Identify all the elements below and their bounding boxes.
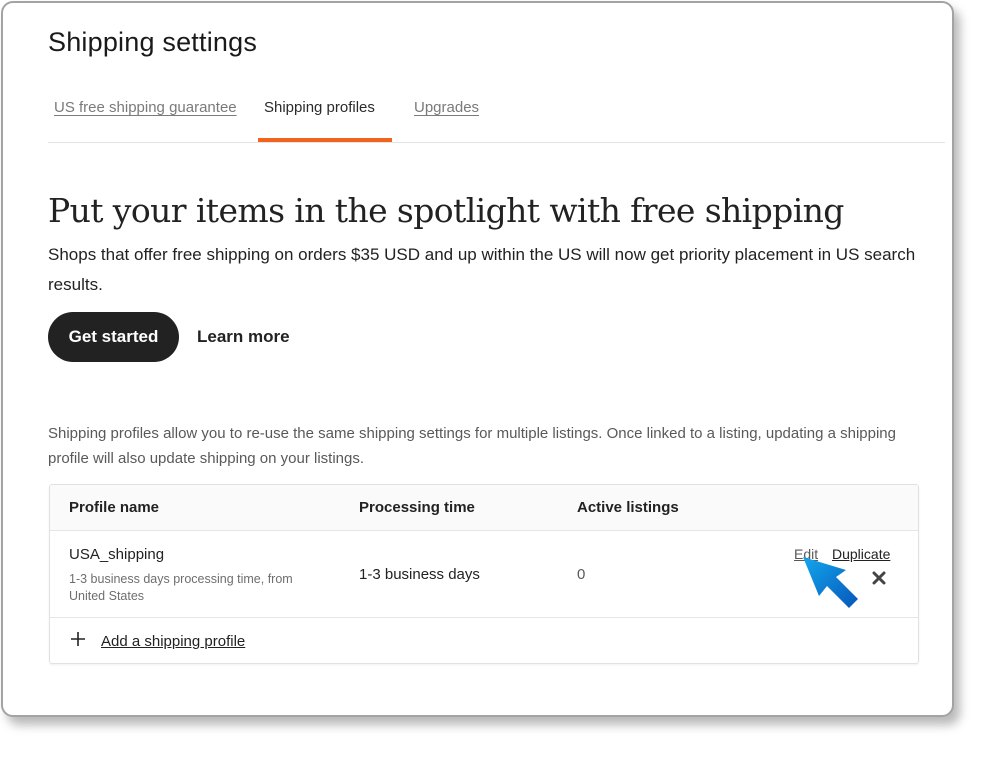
- learn-more-link[interactable]: Learn more: [197, 312, 290, 362]
- delete-profile-icon[interactable]: [870, 571, 888, 589]
- column-header-profile-name: Profile name: [69, 499, 160, 516]
- profiles-description: Shipping profiles allow you to re-use th…: [48, 425, 896, 467]
- profile-subtitle: 1-3 business days processing time, from …: [69, 572, 293, 603]
- active-listings-value: 0: [577, 566, 586, 583]
- tab-bar: US free shipping guarantee Shipping prof…: [48, 89, 945, 143]
- active-tab-indicator: [258, 138, 392, 142]
- shipping-profiles-table: Profile name Processing time Active list…: [49, 484, 919, 664]
- tab-us-free-shipping-guarantee[interactable]: US free shipping guarantee: [54, 99, 237, 116]
- column-header-active-listings: Active listings: [577, 499, 679, 516]
- hero-title: Put your items in the spotlight with fre…: [48, 191, 844, 230]
- duplicate-profile-link[interactable]: Duplicate: [832, 546, 890, 562]
- tab-shipping-profiles[interactable]: Shipping profiles: [264, 99, 375, 116]
- processing-time-value: 1-3 business days: [359, 566, 480, 583]
- column-header-processing-time: Processing time: [359, 499, 475, 516]
- edit-profile-link[interactable]: Edit: [794, 546, 818, 562]
- page-title: Shipping settings: [48, 27, 258, 57]
- tab-upgrades[interactable]: Upgrades: [414, 99, 479, 116]
- plus-icon: [69, 630, 87, 652]
- shipping-settings-window: Shipping settings US free shipping guara…: [1, 1, 954, 717]
- close-icon: [872, 571, 886, 585]
- profile-name: USA_shipping: [69, 546, 165, 563]
- get-started-button[interactable]: Get started: [48, 312, 179, 362]
- table-header: Profile name Processing time Active list…: [50, 485, 918, 531]
- add-shipping-profile-link[interactable]: Add a shipping profile: [101, 633, 245, 650]
- add-profile-row[interactable]: Add a shipping profile: [50, 618, 918, 663]
- hero-description: Shops that offer free shipping on orders…: [48, 245, 916, 294]
- table-row: USA_shipping 1-3 business days processin…: [50, 531, 918, 618]
